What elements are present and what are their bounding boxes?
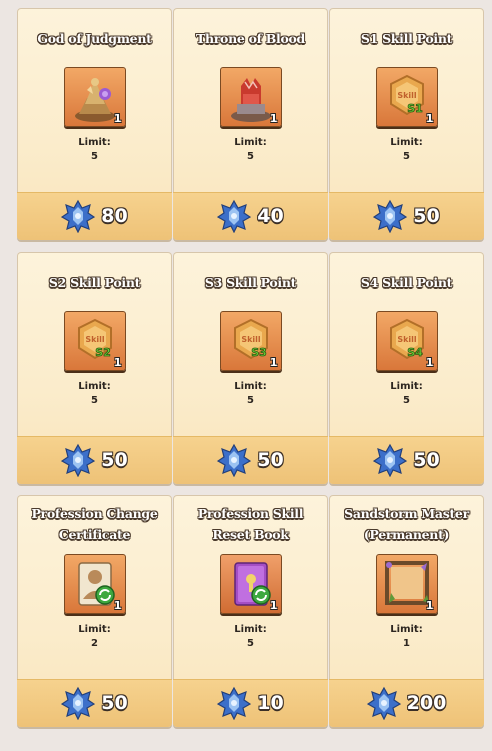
buy-button[interactable]: 50 — [329, 192, 484, 240]
item-name: Sandstorm Master (Permanent) — [344, 506, 469, 542]
shop-item-card[interactable]: S2 Skill Point Skill S2 1 Limit: 5 50 — [17, 252, 172, 484]
limit-label: Limit: — [78, 137, 111, 148]
skill-point-coin-icon: Skill S4 1 — [375, 311, 438, 371]
skill-reset-book-icon: 1 — [219, 554, 282, 614]
item-quantity: 1 — [113, 356, 122, 369]
buy-button[interactable]: 10 — [173, 679, 328, 727]
blue-crystal-gem-icon — [61, 199, 96, 233]
profession-change-certificate-icon: 1 — [63, 554, 126, 614]
throne-of-blood-icon: 1 — [219, 67, 282, 127]
limit-value: 5 — [91, 395, 98, 406]
limit-label: Limit: — [390, 624, 423, 635]
price: 50 — [413, 205, 440, 227]
sandstorm-frame-icon: 1 — [375, 554, 438, 614]
item-name: Profession Skill Reset Book — [197, 506, 304, 542]
shop-item-card[interactable]: S3 Skill Point Skill S3 1 Limit: 5 50 — [173, 252, 328, 484]
svg-text:Skill: Skill — [397, 335, 417, 344]
limit-label: Limit: — [78, 381, 111, 392]
item-quantity: 1 — [269, 599, 278, 612]
blue-crystal-gem-icon — [366, 686, 401, 720]
item-name: Throne of Blood — [195, 31, 305, 46]
item-name: S4 Skill Point — [360, 275, 453, 290]
item-name: S3 Skill Point — [204, 275, 297, 290]
limit-value: 5 — [403, 395, 410, 406]
shop-item-card[interactable]: S1 Skill Point Skill S1 1 Limit: 5 50 — [329, 8, 484, 240]
blue-crystal-gem-icon — [217, 686, 252, 720]
shop-item-card[interactable]: Throne of Blood 1 Limit: 5 40 — [173, 8, 328, 240]
svg-text:Skill: Skill — [241, 335, 261, 344]
price: 80 — [101, 205, 128, 227]
item-quantity: 1 — [425, 599, 434, 612]
svg-text:Skill: Skill — [85, 335, 105, 344]
price: 50 — [257, 449, 284, 471]
limit-value: 1 — [403, 638, 410, 649]
limit-label: Limit: — [234, 624, 267, 635]
skill-point-coin-icon: Skill S1 1 — [375, 67, 438, 127]
price: 50 — [413, 449, 440, 471]
shop-item-card[interactable]: Profession Skill Reset Book 1 Limit: 5 1… — [173, 495, 328, 727]
limit-value: 5 — [247, 395, 254, 406]
price: 200 — [406, 692, 447, 714]
blue-crystal-gem-icon — [61, 443, 96, 477]
skill-point-coin-icon: Skill S2 1 — [63, 311, 126, 371]
blue-crystal-gem-icon — [217, 199, 252, 233]
limit-label: Limit: — [234, 137, 267, 148]
svg-text:S4: S4 — [407, 346, 423, 359]
blue-crystal-gem-icon — [373, 199, 408, 233]
limit-value: 5 — [247, 151, 254, 162]
skill-point-coin-icon: Skill S3 1 — [219, 311, 282, 371]
limit-value: 2 — [91, 638, 98, 649]
svg-text:Skill: Skill — [397, 91, 417, 100]
limit-value: 5 — [91, 151, 98, 162]
shop-item-card[interactable]: Profession Change Certificate 1 Limit: 2… — [17, 495, 172, 727]
buy-button[interactable]: 50 — [17, 436, 172, 484]
buy-button[interactable]: 50 — [17, 679, 172, 727]
god-of-judgment-statue-icon: 1 — [63, 67, 126, 127]
price: 50 — [101, 692, 128, 714]
item-quantity: 1 — [113, 599, 122, 612]
item-quantity: 1 — [425, 356, 434, 369]
item-name: S1 Skill Point — [360, 31, 453, 46]
shop-item-card[interactable]: S4 Skill Point Skill S4 1 Limit: 5 50 — [329, 252, 484, 484]
item-quantity: 1 — [113, 112, 122, 125]
svg-text:S1: S1 — [407, 102, 423, 115]
item-name: Profession Change Certificate — [31, 506, 158, 542]
limit-value: 5 — [247, 638, 254, 649]
price: 40 — [257, 205, 284, 227]
shop-item-card[interactable]: Sandstorm Master (Permanent) 1 Limit: 1 — [329, 495, 484, 727]
buy-button[interactable]: 50 — [173, 436, 328, 484]
blue-crystal-gem-icon — [217, 443, 252, 477]
blue-crystal-gem-icon — [61, 686, 96, 720]
price: 50 — [101, 449, 128, 471]
item-quantity: 1 — [269, 112, 278, 125]
buy-button[interactable]: 200 — [329, 679, 484, 727]
price: 10 — [257, 692, 284, 714]
buy-button[interactable]: 50 — [329, 436, 484, 484]
shop-grid: God of Judgment 1 Limit: 5 80 Throne of … — [0, 0, 492, 751]
limit-value: 5 — [403, 151, 410, 162]
svg-text:S3: S3 — [251, 346, 267, 359]
limit-label: Limit: — [390, 381, 423, 392]
item-quantity: 1 — [425, 112, 434, 125]
buy-button[interactable]: 80 — [17, 192, 172, 240]
limit-label: Limit: — [390, 137, 423, 148]
svg-text:S2: S2 — [95, 346, 111, 359]
limit-label: Limit: — [78, 624, 111, 635]
shop-item-card[interactable]: God of Judgment 1 Limit: 5 80 — [17, 8, 172, 240]
limit-label: Limit: — [234, 381, 267, 392]
item-name: S2 Skill Point — [48, 275, 141, 290]
blue-crystal-gem-icon — [373, 443, 408, 477]
item-name: God of Judgment — [37, 31, 152, 46]
item-quantity: 1 — [269, 356, 278, 369]
buy-button[interactable]: 40 — [173, 192, 328, 240]
